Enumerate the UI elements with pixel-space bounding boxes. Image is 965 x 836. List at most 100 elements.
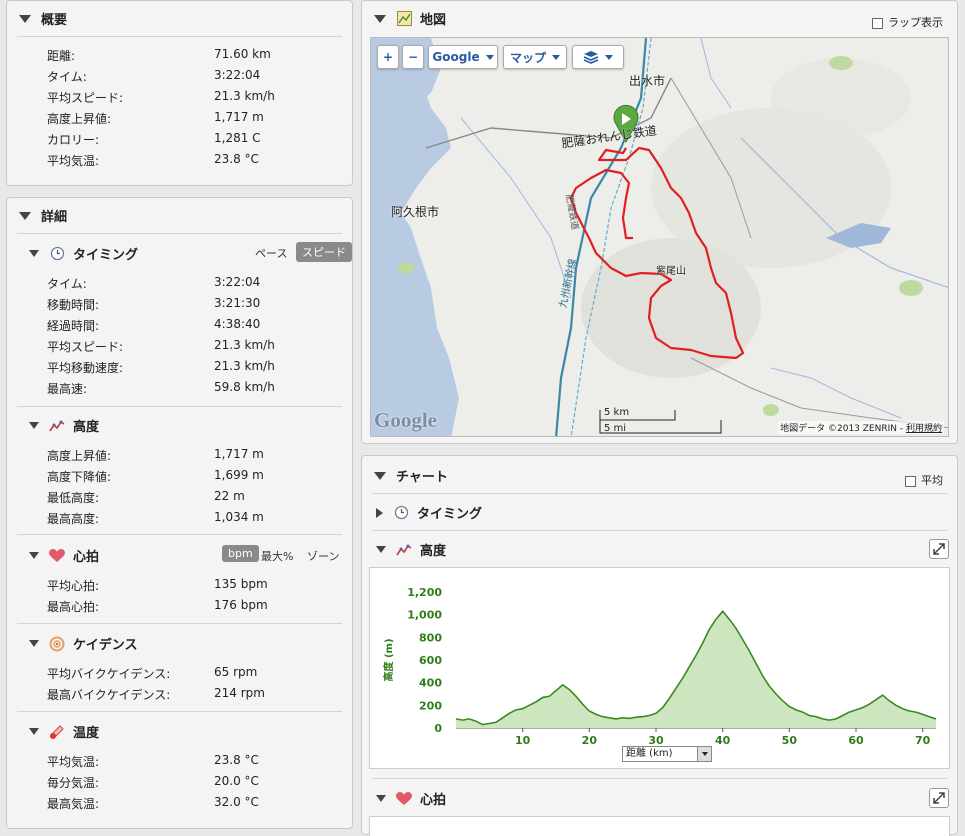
y-tick-label: 1,000 bbox=[407, 609, 442, 622]
layers-icon bbox=[583, 51, 599, 64]
pace-toggle[interactable]: ペース bbox=[255, 245, 287, 261]
map-view[interactable]: 出水市 阿久根市 肥薩おれんじ鉄道 紫尾山 九州新幹線 肥薩鉄道 + − Goo… bbox=[370, 37, 949, 437]
stat-label: 移動時間: bbox=[47, 298, 100, 312]
map-attribution: 地図データ ©2013 ZENRIN - 利用規約 bbox=[778, 421, 944, 434]
park-area bbox=[398, 262, 414, 274]
stat-value: 135 bpm bbox=[214, 577, 268, 591]
zoom-out-button[interactable]: − bbox=[402, 45, 424, 69]
stat-label: タイム: bbox=[47, 70, 87, 84]
divider bbox=[17, 233, 342, 234]
thermometer-icon bbox=[49, 724, 65, 740]
heart-chart-area bbox=[369, 816, 950, 836]
stat-label: 最低高度: bbox=[47, 491, 100, 505]
expand-triangle-icon[interactable] bbox=[376, 507, 383, 518]
stat-label: 最高バイクケイデンス: bbox=[47, 688, 171, 702]
divider bbox=[372, 778, 947, 779]
collapse-triangle-icon[interactable] bbox=[376, 795, 386, 802]
y-tick-label: 800 bbox=[419, 631, 442, 644]
collapse-triangle-icon[interactable] bbox=[19, 14, 31, 23]
chart-header[interactable]: チャート bbox=[374, 466, 448, 485]
stat-label: 高度上昇値: bbox=[47, 112, 112, 126]
stat-row: 平均バイクケイデンス: 65 rpm bbox=[47, 661, 347, 682]
temperature-title: 温度 bbox=[73, 726, 100, 741]
stat-value: 32.0 °C bbox=[214, 795, 259, 809]
stat-label: 平均バイクケイデンス: bbox=[47, 667, 171, 681]
stat-row: 毎分気温: 20.0 °C bbox=[47, 770, 347, 791]
collapse-triangle-icon[interactable] bbox=[29, 640, 39, 647]
timing-title: タイミング bbox=[73, 248, 139, 263]
divider bbox=[372, 530, 947, 531]
river bbox=[700, 38, 732, 109]
average-toggle[interactable]: 平均 bbox=[905, 472, 943, 488]
timing-chart-header[interactable]: タイミング bbox=[376, 503, 482, 522]
timing-section-header[interactable]: タイミング bbox=[29, 244, 138, 263]
collapse-triangle-icon[interactable] bbox=[29, 552, 39, 559]
expand-elevation-chart-button[interactable] bbox=[929, 539, 949, 559]
collapse-triangle-icon[interactable] bbox=[19, 211, 31, 220]
stat-label: 平均心拍: bbox=[47, 579, 100, 593]
stat-value: 4:38:40 bbox=[214, 317, 261, 331]
speed-toggle[interactable]: スピード bbox=[296, 242, 352, 262]
stat-label: 最高高度: bbox=[47, 512, 100, 526]
stat-label: 経過時間: bbox=[47, 319, 100, 333]
stat-value: 21.3 km/h bbox=[214, 89, 275, 103]
park-area bbox=[763, 404, 779, 416]
map-type-label: マップ bbox=[509, 50, 546, 65]
elevation-section-header[interactable]: 高度 bbox=[29, 416, 99, 435]
stat-value: 1,281 C bbox=[214, 131, 261, 145]
map-header[interactable]: 地図 bbox=[374, 9, 446, 28]
stat-row: 最高心拍: 176 bpm bbox=[47, 594, 347, 615]
chart-panel: チャート 平均 タイミング 高度 0 200 400 600 800 1,000 1,200… bbox=[361, 455, 958, 836]
terms-link[interactable]: 利用規約 bbox=[906, 424, 942, 434]
x-tick-label: 40 bbox=[715, 734, 731, 747]
stat-row: 平均気温: 23.8 °C bbox=[47, 148, 347, 169]
stat-value: 176 bpm bbox=[214, 598, 268, 612]
collapse-triangle-icon[interactable] bbox=[29, 728, 39, 735]
heart-section-header[interactable]: 心拍 bbox=[29, 546, 99, 565]
heart-chart-header[interactable]: 心拍 bbox=[376, 789, 446, 808]
details-header[interactable]: 詳細 bbox=[19, 206, 67, 225]
collapse-triangle-icon[interactable] bbox=[376, 546, 386, 553]
stat-row: 高度上昇値: 1,717 m bbox=[47, 106, 347, 127]
stat-value: 20.0 °C bbox=[214, 774, 259, 788]
stat-row: 最低高度: 22 m bbox=[47, 485, 347, 506]
lap-display-toggle[interactable]: ラップ表示 bbox=[872, 14, 943, 30]
x-axis-select[interactable]: 距離 (km) bbox=[622, 746, 712, 762]
x-axis-select-label: 距離 (km) bbox=[626, 748, 673, 759]
cadence-section-header[interactable]: ケイデンス bbox=[29, 634, 137, 653]
stat-value: 59.8 km/h bbox=[214, 380, 275, 394]
zone-toggle[interactable]: ゾーン bbox=[307, 548, 339, 564]
collapse-triangle-icon[interactable] bbox=[374, 471, 386, 480]
provider-dropdown[interactable]: Google bbox=[428, 45, 498, 69]
scale-km-label: 5 km bbox=[604, 407, 630, 418]
collapse-triangle-icon[interactable] bbox=[374, 14, 386, 23]
map-type-dropdown[interactable]: マップ bbox=[503, 45, 567, 69]
x-tick-label: 50 bbox=[782, 734, 798, 747]
layers-dropdown[interactable] bbox=[572, 45, 624, 69]
map-icon bbox=[396, 11, 412, 27]
elevation-chart-header[interactable]: 高度 bbox=[376, 540, 446, 559]
elevation-icon bbox=[396, 542, 412, 558]
stat-value: 214 rpm bbox=[214, 686, 265, 700]
stat-row: 平均心拍: 135 bpm bbox=[47, 573, 347, 594]
stat-row: 平均気温: 23.8 °C bbox=[47, 749, 347, 770]
place-label: 紫尾山 bbox=[656, 266, 686, 277]
temperature-section-header[interactable]: 温度 bbox=[29, 722, 99, 741]
river bbox=[770, 367, 902, 419]
collapse-triangle-icon[interactable] bbox=[29, 250, 39, 257]
max-percent-toggle[interactable]: 最大% bbox=[261, 548, 293, 564]
average-checkbox[interactable] bbox=[905, 475, 916, 487]
collapse-triangle-icon[interactable] bbox=[29, 422, 39, 429]
map-title: 地図 bbox=[420, 13, 447, 28]
clock-icon bbox=[393, 505, 409, 521]
summary-header[interactable]: 概要 bbox=[19, 9, 67, 28]
cadence-icon bbox=[49, 636, 65, 652]
divider bbox=[17, 534, 342, 535]
stat-row: 最高速: 59.8 km/h bbox=[47, 376, 347, 397]
zoom-in-button[interactable]: + bbox=[377, 45, 399, 69]
expand-heart-chart-button[interactable] bbox=[929, 788, 949, 808]
stat-row: 平均スピード: 21.3 km/h bbox=[47, 85, 347, 106]
lap-checkbox[interactable] bbox=[872, 17, 883, 29]
bpm-toggle[interactable]: bpm bbox=[222, 545, 259, 562]
y-tick-label: 400 bbox=[419, 677, 442, 690]
